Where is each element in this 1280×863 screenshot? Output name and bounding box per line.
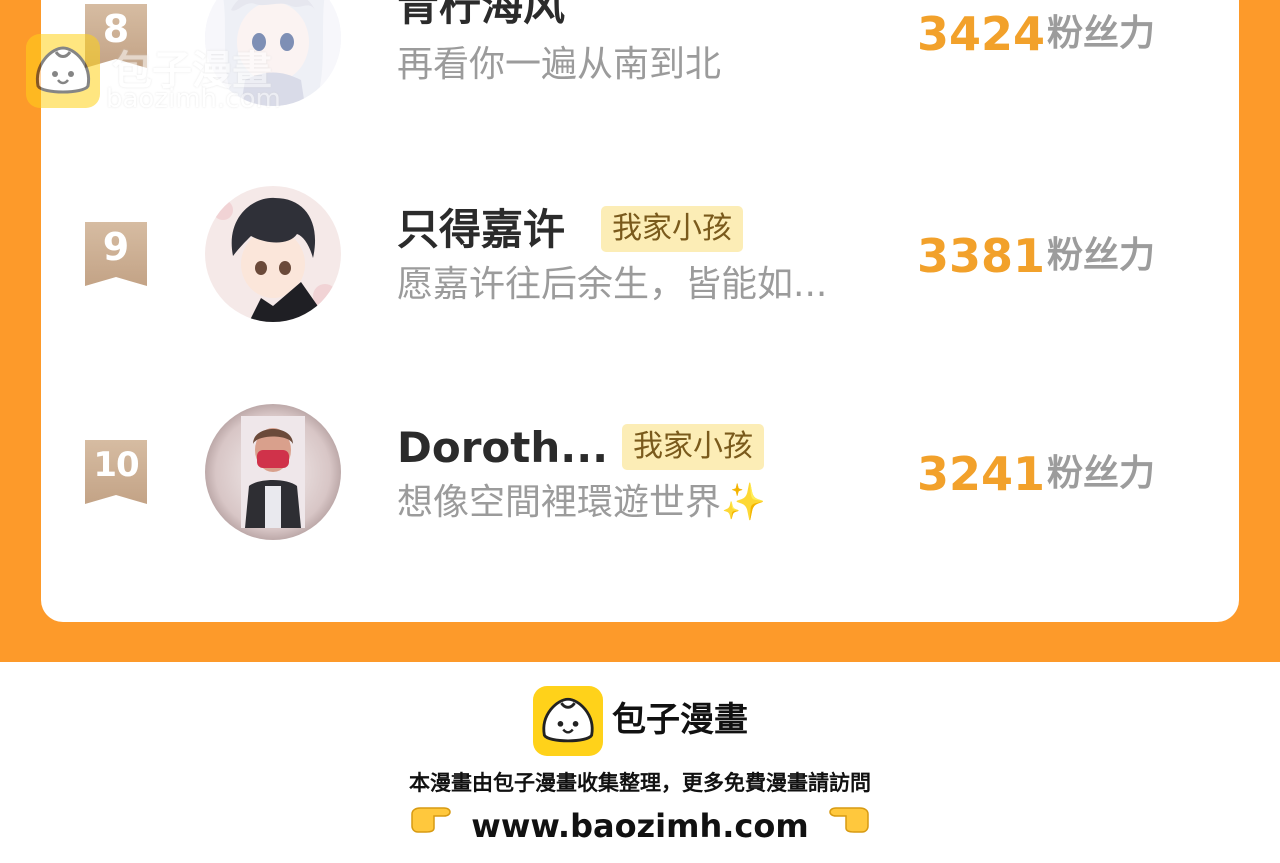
ranking-row[interactable]: 10 Doroth... 我家小孩 想像空間裡環遊世界✨ 3241 粉丝力 xyxy=(41,402,1239,552)
relation-tag: 我家小孩 xyxy=(601,206,743,252)
fans-unit-label: 粉丝力 xyxy=(1047,13,1156,54)
hand-pointing-right-icon xyxy=(410,802,454,849)
user-signature: 再看你一遍从南到北 xyxy=(397,44,722,85)
bun-logo-icon[interactable] xyxy=(533,686,603,756)
relation-tag: 我家小孩 xyxy=(622,424,764,470)
footer-brand[interactable]: 包子漫畫 xyxy=(612,698,748,742)
user-name[interactable]: Doroth... xyxy=(397,422,608,474)
fans-count: 3424 xyxy=(917,7,1046,61)
watermark: 包子漫畫 baozimh.com xyxy=(26,34,326,114)
footer-url-link[interactable]: www.baozimh.com xyxy=(471,807,808,845)
avatar[interactable] xyxy=(205,404,341,540)
footer-notice: 本漫畫由包子漫畫收集整理，更多免費漫畫請訪問 xyxy=(409,771,871,795)
rank-badge-icon: 10 xyxy=(85,440,147,504)
user-signature: 愿嘉许往后余生，皆能如... xyxy=(397,264,828,305)
user-signature: 想像空間裡環遊世界✨ xyxy=(397,480,766,526)
fans-unit-label: 粉丝力 xyxy=(1047,235,1156,276)
avatar[interactable] xyxy=(205,186,341,322)
user-name[interactable]: 只得嘉许 xyxy=(397,204,565,256)
ranking-row[interactable]: 9 只得嘉许 我家小孩 愿嘉许往后余生，皆能如... 3381 粉丝力 xyxy=(41,184,1239,334)
fans-count: 3381 xyxy=(917,229,1046,283)
signature-text: 想像空間裡環遊世界 xyxy=(397,482,722,523)
bun-logo-icon xyxy=(26,34,100,108)
fans-count: 3241 xyxy=(917,447,1046,501)
sparkles-icon: ✨ xyxy=(721,482,766,523)
user-name[interactable]: 青柠海风 xyxy=(397,0,565,32)
hand-pointing-left-icon xyxy=(826,802,870,849)
rank-badge-icon: 9 xyxy=(85,222,147,286)
fans-unit-label: 粉丝力 xyxy=(1047,453,1156,494)
footer-url-line: www.baozimh.com xyxy=(0,802,1280,849)
watermark-url: baozimh.com xyxy=(106,84,281,114)
